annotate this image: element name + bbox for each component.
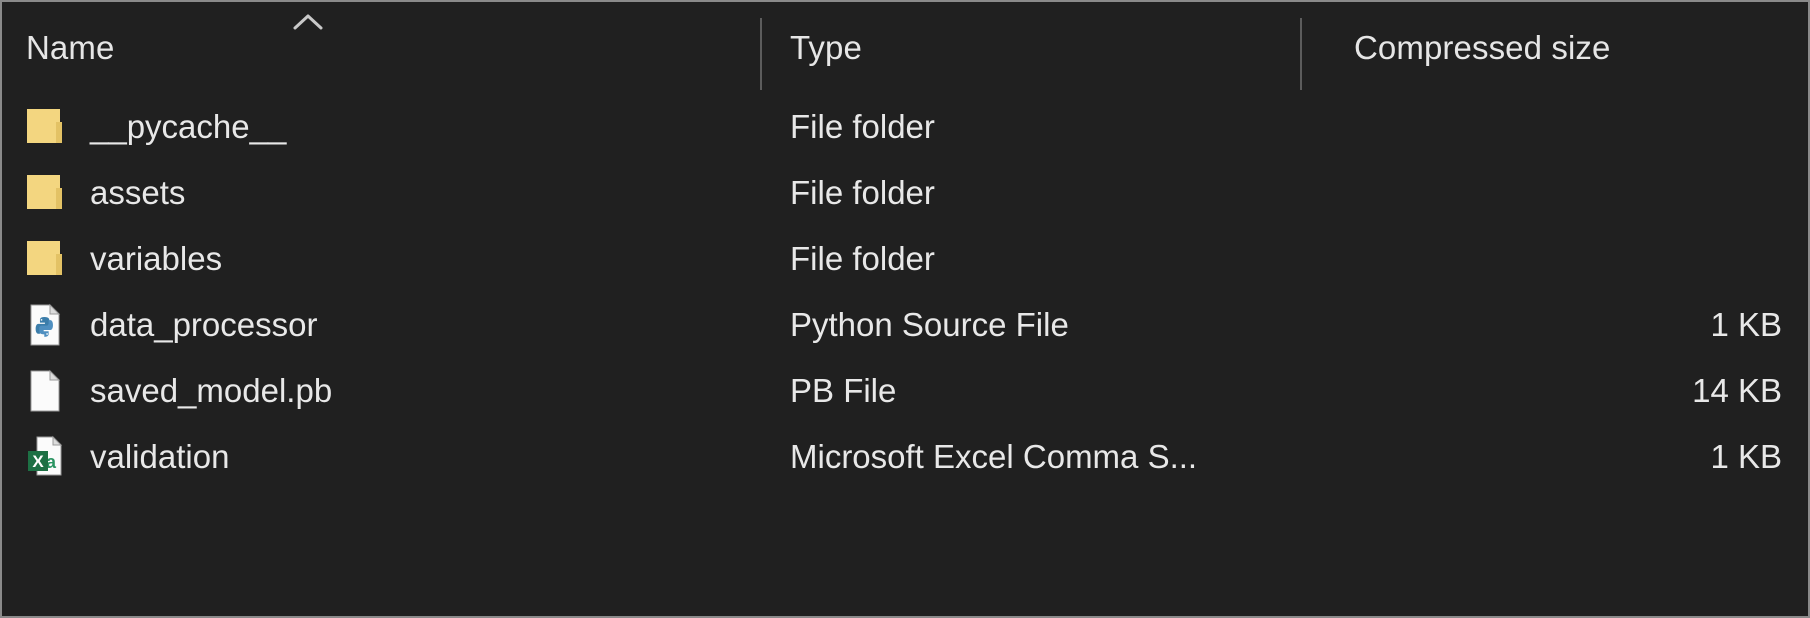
- file-type: PB File: [790, 372, 897, 409]
- folder-icon: [26, 171, 66, 215]
- table-row[interactable]: assets File folder: [2, 160, 1808, 226]
- column-header-compressed-size[interactable]: Compressed size: [1354, 2, 1610, 94]
- folder-icon: [26, 105, 66, 149]
- file-size: [1354, 94, 1782, 160]
- column-header-name[interactable]: Name: [26, 2, 114, 94]
- column-divider-name-type[interactable]: [760, 18, 762, 90]
- file-name: saved_model.pb: [90, 372, 333, 409]
- column-divider-type-size[interactable]: [1300, 18, 1302, 90]
- file-size: [1354, 160, 1782, 226]
- file-type: Microsoft Excel Comma S...: [790, 438, 1198, 475]
- svg-text:X: X: [32, 452, 44, 471]
- table-row[interactable]: saved_model.pb PB File 14 KB: [2, 358, 1808, 424]
- file-name: validation: [90, 438, 230, 475]
- file-type: File folder: [790, 108, 935, 145]
- column-header-bar: Name Type Compressed size: [2, 2, 1808, 94]
- folder-icon: [26, 237, 66, 281]
- file-name: __pycache__: [90, 108, 287, 145]
- file-type: File folder: [790, 174, 935, 211]
- table-row[interactable]: a X validation Microsoft Excel Comma S..…: [2, 424, 1808, 490]
- file-size: 1 KB: [1710, 438, 1782, 475]
- table-row[interactable]: data_processor Python Source File 1 KB: [2, 292, 1808, 358]
- column-header-type[interactable]: Type: [790, 2, 862, 94]
- file-name: data_processor: [90, 306, 318, 343]
- file-list: __pycache__ File folder assets File fold…: [2, 94, 1808, 490]
- file-name: variables: [90, 240, 223, 277]
- file-type: Python Source File: [790, 306, 1069, 343]
- table-row[interactable]: __pycache__ File folder: [2, 94, 1808, 160]
- file-size: [1354, 226, 1782, 292]
- chevron-up-icon: [290, 12, 326, 32]
- generic-file-icon: [26, 369, 66, 413]
- excel-csv-file-icon: a X: [26, 435, 66, 479]
- python-file-icon: [26, 303, 66, 347]
- file-size: 1 KB: [1710, 306, 1782, 343]
- table-row[interactable]: variables File folder: [2, 226, 1808, 292]
- file-name: assets: [90, 174, 186, 211]
- file-size: 14 KB: [1692, 372, 1782, 409]
- file-type: File folder: [790, 240, 935, 277]
- file-explorer-list-view: Name Type Compressed size __pycache__ Fi…: [0, 0, 1810, 618]
